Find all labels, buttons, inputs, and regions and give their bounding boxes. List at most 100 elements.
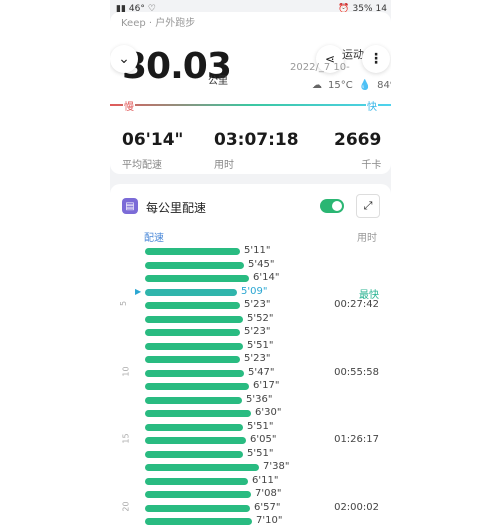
pace-value: 5'51" [247,447,274,459]
pace-value: 6'14" [253,272,280,283]
pace-card-icon: ▤ [122,198,138,214]
pace-value: 7'38" [263,461,290,472]
pace-row: 5'52" [110,312,391,328]
pace-value: 6'57" [254,501,281,513]
fastest-arrow-icon: ▶ [135,286,142,296]
temperature: 15°C [328,80,353,91]
pace-row: 5'36" [110,393,391,409]
stat-duration: 03:07:18 用时 [214,130,299,171]
pace-row: 6'17" [110,380,391,395]
pace-bar [145,437,246,444]
stat-avg-pace: 06'14" 平均配速 [122,130,183,171]
pace-row: 6'30" [110,407,391,422]
pace-row: 5'23" [110,326,391,341]
cumulative-time: 02:00:02 [334,501,379,513]
km-marker: 20 [121,500,131,512]
pace-row: 5'51" [110,447,391,463]
activity-detail-screen: ▮▮ 46° ♡ ⏰ 35% 14 Keep · 户外跑步 30.03 公里 ⌄… [110,0,391,532]
pace-bar [145,302,240,309]
pace-bar [145,369,244,377]
cumulative-time: 00:27:42 [334,299,379,310]
pace-row: 5'23" [110,353,391,368]
pace-value: 5'23" [244,353,271,364]
stat-label: 千卡 [361,160,382,171]
pace-value: 5'51" [247,339,274,351]
pace-value: 5'52" [247,312,274,324]
cumulative-time: 00:55:58 [334,366,379,378]
pace-row: 5'51" [110,420,391,436]
pace-bar [145,518,252,525]
pace-row: 7'10" [110,515,391,530]
stat-label: 平均配速 [122,160,162,171]
chevron-down-icon: ⌄ [118,51,130,67]
pace-value: 5'47" [248,366,275,378]
weather-info: ☁ 15°C 💧 84% [312,80,391,91]
pace-value: 5'11" [244,245,271,256]
more-button[interactable]: ⋮ [362,45,390,73]
pace-bar [145,410,251,417]
pace-bar [145,450,243,458]
column-pace-header: 配速 [144,233,164,244]
stat-value: 06'14" [122,130,184,150]
pace-bar [145,491,251,498]
pace-bar [145,315,243,323]
pace-bar [145,356,240,363]
km-marker: 15 [121,433,131,444]
pace-value: 5'36" [246,393,273,405]
pace-row: 6'14" [110,272,391,287]
summary-card: Keep · 户外跑步 30.03 公里 ⌄ ⋖ 运动 ⋮ 2022/_7 10… [110,12,391,174]
pace-bar [145,329,240,336]
stat-calories: 2669 千卡 [334,130,381,171]
km-marker: 5 [119,300,129,307]
activity-date: 2022/_7 10- [290,62,350,73]
expand-icon: ⤢ [363,199,373,212]
pace-row: 6'11" [110,474,391,490]
pace-row: ▶ 5'09" 最快 [110,285,391,301]
km-marker: 10 [121,365,131,377]
pace-row: 10 5'47" 00:55:58 [110,365,391,382]
breadcrumb: Keep · 户外跑步 [121,18,196,29]
weather-icon: ☁ [312,80,322,91]
humidity: 84% [377,80,391,91]
pace-toggle[interactable] [320,199,344,213]
pace-value: 6'11" [252,474,279,486]
pace-bar [145,261,244,269]
pace-slow-label: 慢 [123,98,135,113]
sport-type: 运动 [342,48,364,61]
pace-fast-label: 快 [366,98,378,113]
pace-bar [145,288,237,296]
expand-button[interactable]: ⤢ [356,194,380,218]
stat-value: 03:07:18 [214,130,299,150]
pace-row: 7'38" [110,461,391,476]
distance-unit: 公里 [208,76,228,87]
pace-card-title: 每公里配速 [146,201,207,215]
pace-bar [145,477,248,485]
pace-row: 5'51" [110,339,391,355]
pace-value: 5'23" [244,299,271,310]
pace-bar [145,464,259,471]
column-time-header: 用时 [357,233,377,244]
pace-value: 5'09" [241,285,268,297]
humidity-icon: 💧 [358,80,372,91]
pace-bar [145,396,242,404]
stat-label: 用时 [214,160,234,171]
more-vertical-icon: ⋮ [369,51,383,67]
pace-bar [145,423,243,431]
cumulative-time: 01:26:17 [334,434,379,445]
pace-bar [145,504,250,512]
stat-value: 2669 [334,130,382,150]
pace-value: 6'30" [255,407,282,418]
pace-value: 6'05" [250,434,277,445]
pace-value: 5'23" [244,326,271,337]
back-button[interactable]: ⌄ [110,45,138,73]
pace-row: 5'45" [110,259,391,274]
pace-value: 7'10" [256,515,283,526]
pace-row: 15 6'05" 01:26:17 [110,433,391,449]
pace-rows: 5'11" 5'45" 6'14" ▶ 5'09" 最快 5 5'23" 00:27:42 5'5… [110,245,391,530]
pace-value: 7'08" [255,488,282,499]
pace-row: 20 6'57" 02:00:02 [110,500,391,517]
pace-bar [145,275,249,282]
pace-gradient-line [110,104,391,106]
pace-bar [145,383,249,390]
pace-value: 5'51" [247,420,274,432]
